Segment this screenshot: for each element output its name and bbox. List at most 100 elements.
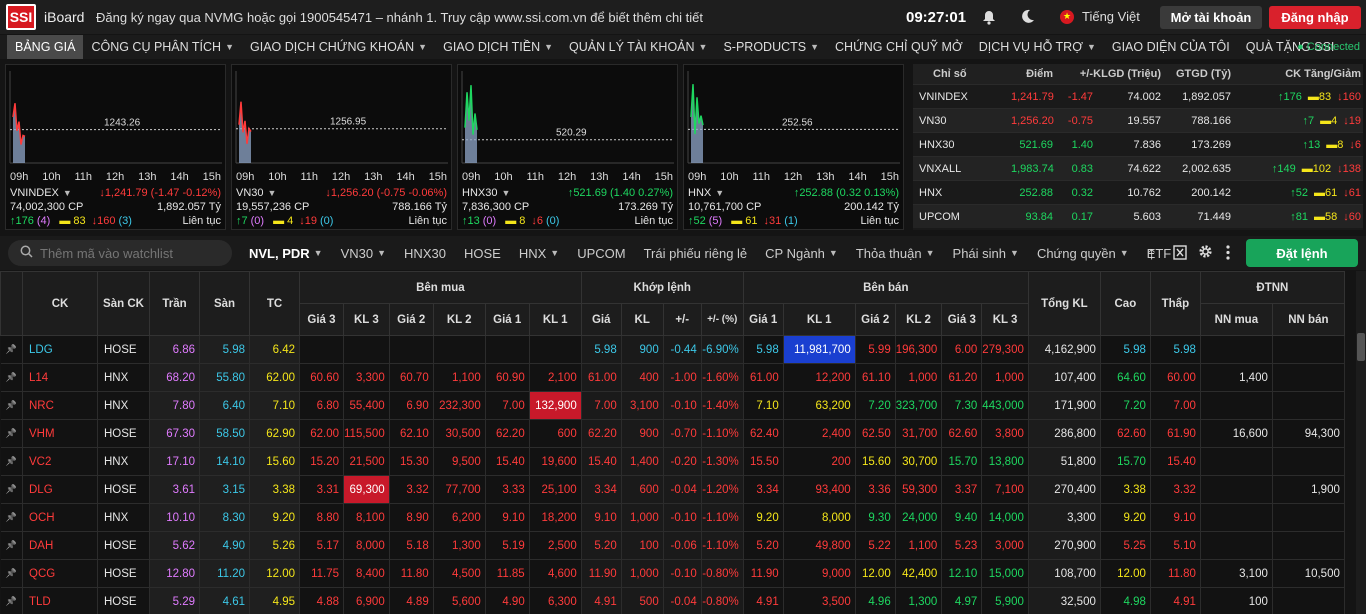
ssi-logo[interactable]: SSI bbox=[6, 4, 36, 30]
board-tab-9[interactable]: Phái sinh ▼ bbox=[944, 236, 1028, 270]
menu-item-4[interactable]: QUẢN LÝ TÀI KHOẢN ▼ bbox=[561, 35, 715, 59]
menu-item-8[interactable]: GIAO DIỆN CỦA TÔI bbox=[1104, 35, 1238, 59]
board-row[interactable]: 📌 OCH HNX 10.10 8.30 9.20 8.80 8,100 8.90 6,200 9.… bbox=[0, 503, 1345, 532]
board-row[interactable]: 📌 QCG HOSE 12.80 11.20 12.00 11.75 8,400 11.80 4,… bbox=[0, 559, 1345, 588]
index-table-row[interactable]: HNX 252.88 0.32 10.762 200.142 ↑52 ▬61 ↓61 bbox=[913, 180, 1363, 204]
index-table-row[interactable]: VNINDEX 1,241.79 -1.47 74.002 1,892.057 ↑176 ▬… bbox=[913, 84, 1363, 108]
index-table-row[interactable]: HNX30 521.69 1.40 7.836 173.269 ↑13 ▬8 ↓6 bbox=[913, 132, 1363, 156]
group-header-sell[interactable]: Bên bán bbox=[742, 271, 1029, 304]
group-header-buy[interactable]: Bên mua bbox=[299, 271, 582, 304]
index-table-row[interactable]: UPCOM 93.84 0.17 5.603 71.449 ↑81 ▬58 ↓60 bbox=[913, 204, 1363, 228]
col-header-s3[interactable]: Giá 3 bbox=[941, 303, 983, 336]
pin-icon[interactable]: 📌 bbox=[0, 503, 23, 532]
col-header-total[interactable]: Tổng KL bbox=[1027, 271, 1101, 336]
col-header-nns[interactable]: NN bán bbox=[1271, 303, 1345, 336]
col-header-sk2[interactable]: KL 2 bbox=[894, 303, 943, 336]
scrollbar-thumb[interactable] bbox=[1357, 333, 1365, 361]
board-tab-5[interactable]: UPCOM bbox=[568, 236, 634, 270]
col-header-mpc[interactable]: +/- (%) bbox=[700, 303, 744, 336]
cell-ck[interactable]: QCG bbox=[22, 559, 98, 588]
index-chart-1[interactable]: 1256.95 09h 10h 11h 12h 13h 14h 15h VN30 ▼ ↓1,256.… bbox=[231, 64, 452, 230]
board-tab-7[interactable]: CP Ngành ▼ bbox=[756, 236, 847, 270]
index-name[interactable]: HNX30 ▼ bbox=[462, 187, 510, 199]
board-row[interactable]: 📌 TLD HOSE 5.29 4.61 4.95 4.88 6,900 4.89 5,600 4.… bbox=[0, 587, 1345, 614]
col-header-bk3[interactable]: KL 3 bbox=[343, 303, 390, 336]
cell-ck[interactable]: OCH bbox=[22, 503, 98, 532]
board-tab-6[interactable]: Trái phiếu riêng lẻ bbox=[635, 236, 757, 270]
language-selector[interactable]: ★ Tiếng Việt bbox=[1060, 9, 1140, 24]
menu-item-2[interactable]: GIAO DỊCH CHỨNG KHOÁN ▼ bbox=[242, 35, 435, 59]
board-row[interactable]: 📌 LDG HOSE 6.86 5.98 6.42 5.98 900 -0.44 -6.90% 5.… bbox=[0, 335, 1345, 364]
board-tab-8[interactable]: Thỏa thuận ▼ bbox=[847, 236, 944, 270]
index-name[interactable]: HNX ▼ bbox=[688, 187, 724, 199]
board-row[interactable]: 📌 DAH HOSE 5.62 4.90 5.26 5.17 8,000 5.18 1,300 5.… bbox=[0, 531, 1345, 560]
menu-item-1[interactable]: CÔNG CỤ PHÂN TÍCH ▼ bbox=[83, 35, 242, 59]
cell-ck[interactable]: LDG bbox=[22, 335, 98, 364]
board-tab-10[interactable]: Chứng quyền ▼ bbox=[1028, 236, 1138, 270]
cell-ck[interactable]: DLG bbox=[22, 475, 98, 504]
board-row[interactable]: 📌 DLG HOSE 3.61 3.15 3.38 3.31 69,300 3.32 77,700… bbox=[0, 475, 1345, 504]
col-header-bk1[interactable]: KL 1 bbox=[528, 303, 582, 336]
watchlist-search-input[interactable] bbox=[8, 240, 232, 266]
pin-icon[interactable]: 📌 bbox=[0, 335, 23, 364]
col-header-ck[interactable]: CK bbox=[22, 271, 98, 336]
sort-up-icon[interactable]: 🡑 bbox=[1148, 244, 1155, 268]
group-header-match[interactable]: Khớp lệnh bbox=[580, 271, 744, 304]
col-header-ref[interactable]: TC bbox=[249, 271, 300, 336]
col-header-b2[interactable]: Giá 2 bbox=[388, 303, 434, 336]
more-vertical-icon[interactable] bbox=[1226, 245, 1230, 263]
col-header-exchange[interactable]: Sàn CK bbox=[97, 271, 150, 336]
moon-icon[interactable] bbox=[1020, 9, 1035, 27]
index-chart-3[interactable]: 252.56 09h 10h 11h 12h 13h 14h 15h HNX ▼ ↑252.88 (… bbox=[683, 64, 904, 230]
col-header-mk[interactable]: KL bbox=[620, 303, 664, 336]
board-row[interactable]: 📌 VC2 HNX 17.10 14.10 15.60 15.20 21,500 15.30 9,… bbox=[0, 447, 1345, 476]
board-row[interactable]: 📌 L14 HNX 68.20 55.80 62.00 60.60 3,300 60.70 1,1… bbox=[0, 363, 1345, 392]
index-table-row[interactable]: VN30 1,256.20 -0.75 19.557 788.166 ↑7 ▬4 ↓19 bbox=[913, 108, 1363, 132]
pin-icon[interactable]: 📌 bbox=[0, 391, 23, 420]
menu-item-6[interactable]: CHỨNG CHỈ QUỸ MỞ bbox=[827, 35, 971, 59]
cell-ck[interactable]: L14 bbox=[22, 363, 98, 392]
index-name[interactable]: VNINDEX ▼ bbox=[10, 187, 72, 199]
index-chart-2[interactable]: 520.29 09h 10h 11h 12h 13h 14h 15h HNX30 ▼ ↑521.69… bbox=[457, 64, 678, 230]
col-header-sk1[interactable]: KL 1 bbox=[782, 303, 856, 336]
pin-icon[interactable]: 📌 bbox=[0, 419, 23, 448]
col-header-s1[interactable]: Giá 1 bbox=[742, 303, 784, 336]
board-scrollbar[interactable] bbox=[1356, 271, 1366, 614]
index-chart-0[interactable]: 1243.26 09h 10h 11h 12h 13h 14h 15h VNINDEX ▼ ↓1,2… bbox=[5, 64, 226, 230]
index-name[interactable]: VN30 ▼ bbox=[236, 187, 276, 199]
col-header-b1[interactable]: Giá 1 bbox=[484, 303, 530, 336]
col-header-sk3[interactable]: KL 3 bbox=[981, 303, 1029, 336]
index-table-row[interactable]: VNXALL 1,983.74 0.83 74.622 2,002.635 ↑149 ▬10… bbox=[913, 156, 1363, 180]
pin-icon[interactable]: 📌 bbox=[0, 559, 23, 588]
col-header-s2[interactable]: Giá 2 bbox=[854, 303, 896, 336]
cell-ck[interactable]: DAH bbox=[22, 531, 98, 560]
cell-ck[interactable]: VHM bbox=[22, 419, 98, 448]
cell-ck[interactable]: TLD bbox=[22, 587, 98, 614]
col-header-b3[interactable]: Giá 3 bbox=[299, 303, 344, 336]
pin-column-header[interactable] bbox=[0, 271, 23, 336]
cell-ck[interactable]: VC2 bbox=[22, 447, 98, 476]
board-tab-4[interactable]: HNX ▼ bbox=[510, 236, 568, 270]
menu-item-5[interactable]: S-PRODUCTS ▼ bbox=[715, 35, 827, 59]
board-tab-2[interactable]: HNX30 bbox=[395, 236, 455, 270]
col-header-ceil[interactable]: Trần bbox=[149, 271, 200, 336]
menu-item-0[interactable]: BẢNG GIÁ bbox=[7, 35, 84, 59]
col-header-floor[interactable]: Sàn bbox=[199, 271, 250, 336]
news-marquee[interactable]: Đăng ký ngay qua NVMG hoặc gọi 190054547… bbox=[96, 10, 856, 25]
col-header-nnb[interactable]: NN mua bbox=[1199, 303, 1273, 336]
menu-item-7[interactable]: DỊCH VỤ HỖ TRỢ ▼ bbox=[971, 35, 1104, 59]
board-row[interactable]: 📌 NRC HNX 7.80 6.40 7.10 6.80 55,400 6.90 232,300… bbox=[0, 391, 1345, 420]
pin-icon[interactable]: 📌 bbox=[0, 531, 23, 560]
menu-item-3[interactable]: GIAO DỊCH TIỀN ▼ bbox=[435, 35, 561, 59]
group-header-foreign[interactable]: ĐTNN bbox=[1199, 271, 1345, 304]
col-header-high[interactable]: Cao bbox=[1099, 271, 1151, 336]
col-header-low[interactable]: Thấp bbox=[1149, 271, 1201, 336]
place-order-button[interactable]: Đặt lệnh bbox=[1246, 239, 1358, 267]
board-row[interactable]: 📌 VHM HOSE 67.30 58.50 62.90 62.00 115,500 62.10… bbox=[0, 419, 1345, 448]
col-header-mp[interactable]: Giá bbox=[580, 303, 622, 336]
excel-export-icon[interactable] bbox=[1173, 245, 1187, 263]
gear-icon[interactable] bbox=[1198, 244, 1213, 262]
board-tab-0[interactable]: NVL, PDR ▼ bbox=[240, 236, 332, 270]
col-header-bk2[interactable]: KL 2 bbox=[432, 303, 486, 336]
pin-icon[interactable]: 📌 bbox=[0, 363, 23, 392]
